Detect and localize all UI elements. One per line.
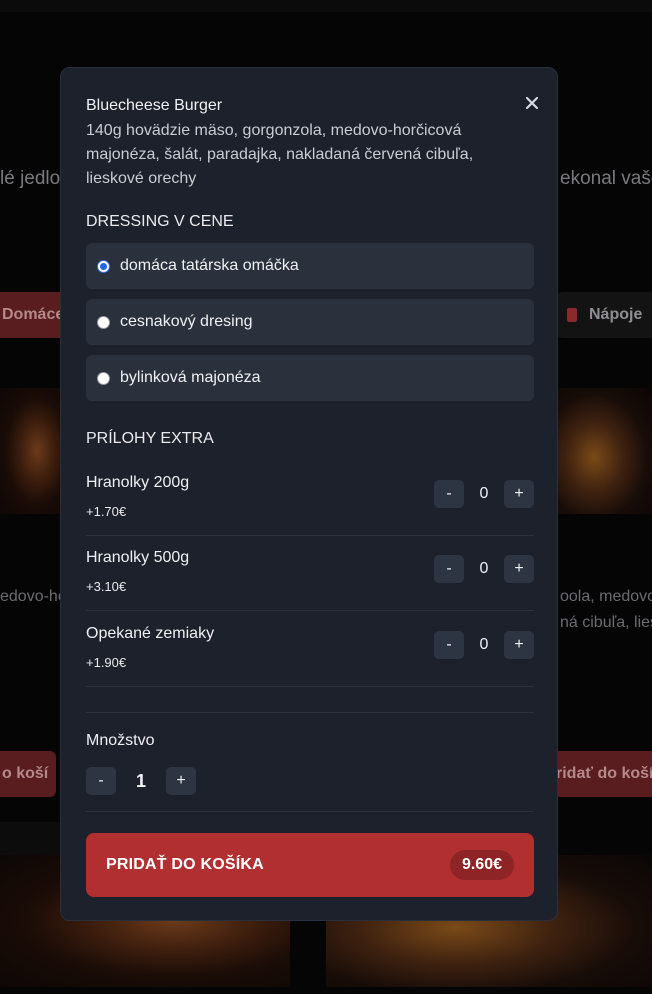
- extra-item-hranolky-200: Hranolky 200g +1.70€ - 0 +: [86, 460, 534, 536]
- dressing-option-label: bylinková majonéza: [120, 369, 261, 386]
- category-tab-label: Domáce: [2, 306, 65, 323]
- dressing-option-label: cesnakový dresing: [120, 313, 253, 330]
- radio-button[interactable]: [97, 315, 110, 329]
- divider: [86, 712, 534, 713]
- extra-quantity: 0: [479, 560, 489, 577]
- close-button[interactable]: [521, 92, 543, 114]
- extra-item-opekane-zemiaky: Opekané zemiaky +1.90€ - 0 +: [86, 611, 534, 687]
- dressing-heading: DRESSING V CENE: [86, 213, 234, 230]
- dressing-option-cesnakovy[interactable]: cesnakový dresing: [86, 299, 534, 345]
- dressing-option-bylinkova[interactable]: bylinková majonéza: [86, 355, 534, 401]
- decrement-button[interactable]: -: [434, 555, 464, 583]
- extra-price: +1.90€: [86, 655, 127, 670]
- dressing-option-tatarska[interactable]: domáca tatárska omáčka: [86, 243, 534, 289]
- drink-icon: [567, 308, 577, 322]
- add-to-cart-button[interactable]: ridať do koší: [548, 751, 652, 797]
- extra-name: Hranolky 200g: [86, 474, 190, 491]
- product-image: [556, 388, 652, 514]
- divider: [86, 811, 534, 812]
- category-tab-napoje[interactable]: Nápoje: [555, 292, 652, 338]
- dressing-option-label: domáca tatárska omáčka: [120, 257, 299, 274]
- extra-price: +3.10€: [86, 579, 127, 594]
- decrement-button[interactable]: -: [434, 631, 464, 659]
- add-to-cart-button[interactable]: o koší: [0, 751, 57, 797]
- category-tab-label: Nápoje: [589, 306, 643, 323]
- extras-heading: PRÍLOHY EXTRA: [86, 430, 214, 447]
- product-title: Bluecheese Burger: [86, 97, 223, 114]
- quantity-increment-button[interactable]: +: [166, 767, 196, 795]
- decrement-button[interactable]: -: [434, 480, 464, 508]
- quantity-value: 1: [135, 770, 146, 791]
- radio-button[interactable]: [97, 371, 110, 385]
- product-description: oola, medovo: [560, 588, 652, 605]
- total-price-badge: 9.60€: [449, 850, 514, 880]
- product-modal: Bluecheese Burger 140g hovädzie mäso, go…: [60, 67, 558, 921]
- extra-price: +1.70€: [86, 504, 127, 519]
- background-heading-left: lé jedlo: [0, 168, 61, 189]
- product-description: edovo-ho: [0, 588, 67, 605]
- product-description: ná cibuľa, liesk: [560, 614, 652, 631]
- extra-stepper: - 0 +: [434, 631, 534, 659]
- background-heading-right: ekonal vaše: [560, 168, 652, 189]
- quantity-decrement-button[interactable]: -: [86, 767, 116, 795]
- extra-quantity: 0: [479, 636, 489, 653]
- extra-name: Opekané zemiaky: [86, 625, 215, 642]
- extra-name: Hranolky 500g: [86, 549, 190, 566]
- product-image: [0, 388, 62, 514]
- top-bar: [0, 0, 652, 12]
- extra-quantity: 0: [479, 485, 489, 502]
- extra-item-hranolky-500: Hranolky 500g +3.10€ - 0 +: [86, 535, 534, 611]
- radio-button[interactable]: [97, 259, 110, 273]
- add-to-cart-button[interactable]: PRIDAŤ DO KOŠÍKA 9.60€: [86, 833, 534, 897]
- increment-button[interactable]: +: [504, 555, 534, 583]
- product-description: 140g hovädzie mäso, gorgonzola, medovo-h…: [86, 122, 474, 187]
- quantity-stepper: - 1 +: [86, 767, 196, 795]
- extra-stepper: - 0 +: [434, 555, 534, 583]
- increment-button[interactable]: +: [504, 631, 534, 659]
- increment-button[interactable]: +: [504, 480, 534, 508]
- close-icon: [525, 96, 539, 110]
- add-to-cart-label: PRIDAŤ DO KOŠÍKA: [106, 856, 264, 873]
- extra-stepper: - 0 +: [434, 480, 534, 508]
- quantity-label: Množstvo: [86, 732, 155, 749]
